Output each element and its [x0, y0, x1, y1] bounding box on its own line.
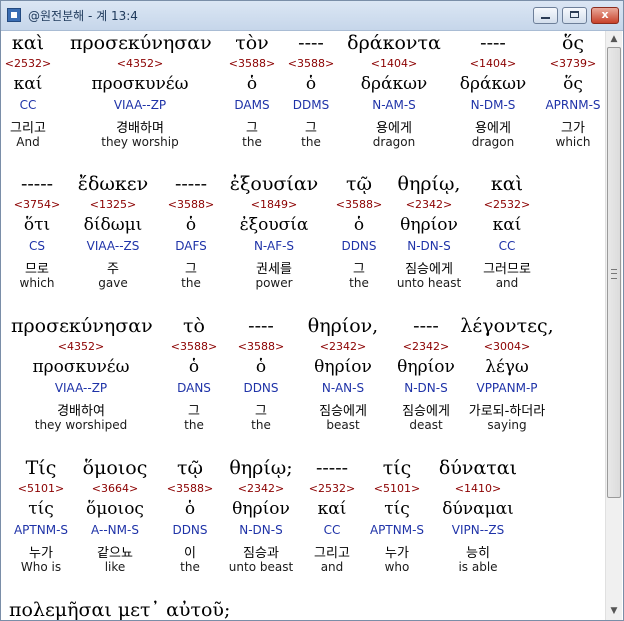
partial-next-line: πολεμῆσαι μετ᾽ αὐτοῦ;	[9, 599, 231, 620]
strongs-number: <3739>	[549, 57, 597, 70]
strongs-number: <3004>	[483, 340, 531, 353]
parsing-code: VPPANM-P	[476, 381, 538, 395]
korean-gloss: 그러므로	[483, 262, 531, 277]
lemma: λέγω	[485, 357, 529, 377]
vertical-scrollbar[interactable]: ▲ ▼	[605, 31, 622, 620]
maximize-button[interactable]	[562, 7, 587, 24]
scroll-up-arrow-icon[interactable]: ▲	[606, 31, 622, 47]
english-gloss: and	[495, 276, 519, 290]
lemma: καί	[492, 215, 522, 235]
strongs-number: <1410>	[454, 482, 502, 495]
english-gloss: is able	[458, 560, 498, 574]
greek-word: ὅς	[561, 32, 585, 54]
scroll-down-arrow-icon[interactable]: ▼	[606, 603, 622, 619]
scrollbar-thumb[interactable]	[607, 47, 621, 498]
close-button[interactable]: x	[591, 7, 619, 24]
parsing-code: CC	[498, 239, 516, 253]
window-title: @원전분해 - 계 13:4	[28, 9, 138, 23]
parsing-code: APRNM-S	[545, 98, 601, 112]
lemma: ὅς	[563, 74, 583, 94]
parsing-code: VIPN--ZS	[451, 523, 505, 537]
korean-gloss: 능히	[466, 546, 490, 561]
english-gloss: saying	[487, 418, 527, 432]
greek-word: καὶ	[490, 173, 524, 195]
minimize-icon	[541, 17, 550, 19]
strongs-number: <2532>	[483, 198, 531, 211]
english-gloss: which	[555, 135, 591, 149]
minimize-button[interactable]	[533, 7, 558, 24]
maximize-icon	[570, 11, 579, 18]
greek-word: δύναται	[438, 457, 518, 479]
lemma: δύναμαι	[442, 499, 514, 519]
grip-icon	[611, 269, 617, 279]
korean-gloss: 그가	[561, 121, 585, 136]
app-icon	[7, 8, 21, 22]
greek-word: λέγοντες,	[460, 315, 554, 337]
app-window: @원전분해 - 계 13:4 x καὶ <2532> καί CC 그리고 And προ…	[0, 0, 624, 621]
korean-gloss: 가로되-하더라	[468, 404, 546, 419]
title-bar[interactable]: @원전분해 - 계 13:4 x	[1, 1, 623, 31]
interlinear-content: καὶ <2532> καί CC 그리고 And προσεκύνησαν <4352> πρ…	[1, 31, 605, 620]
